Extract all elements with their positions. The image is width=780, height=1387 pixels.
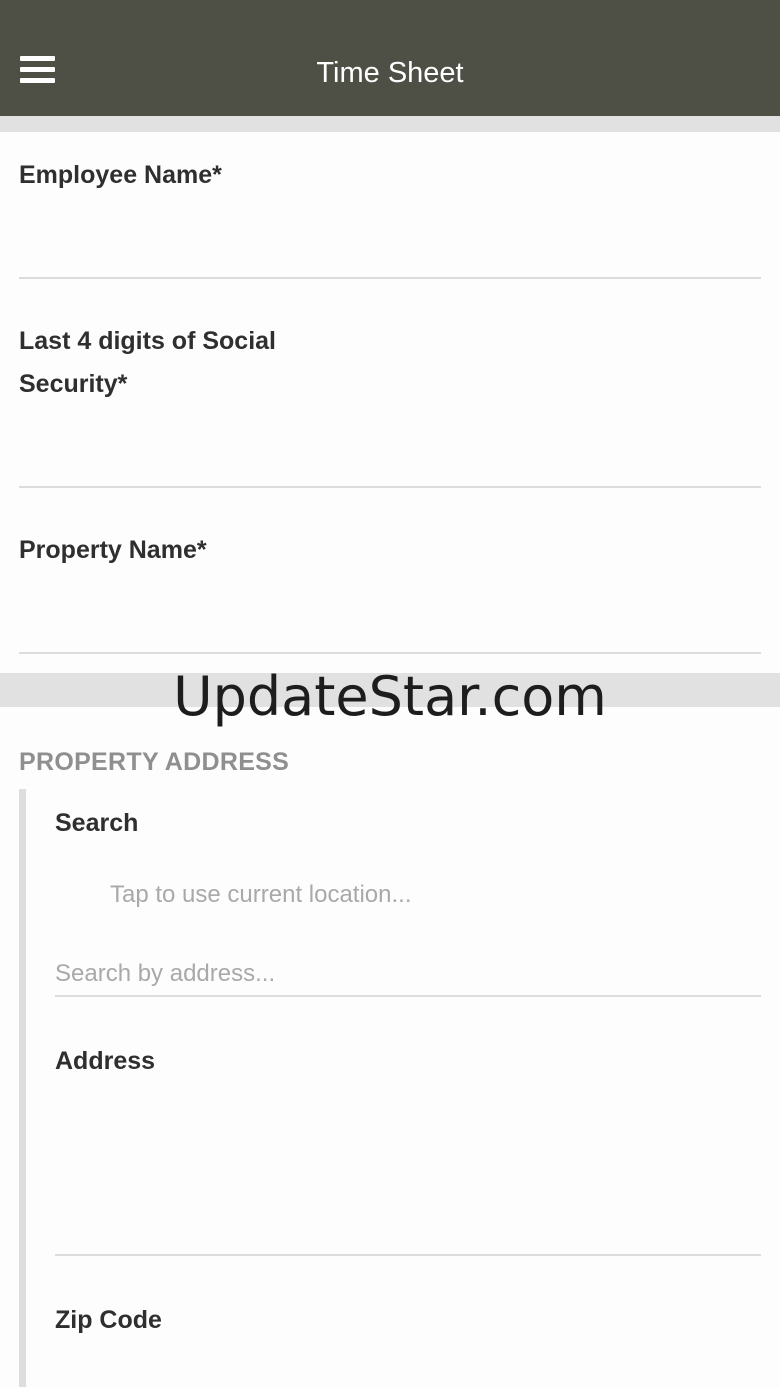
ssn-label-line1: Last 4 digits of Social [19,327,276,355]
search-underline [55,995,761,997]
employee-name-input[interactable] [19,215,761,275]
address-search-input[interactable] [55,954,761,994]
property-address-heading: PROPERTY ADDRESS [19,748,290,776]
address-underline [55,1254,761,1256]
ssn-last4-input[interactable] [19,424,761,484]
property-name-input[interactable] [19,590,761,650]
watermark: UpdateStar.com [173,665,607,728]
app-bar-divider [0,116,780,132]
section-indent-rule [19,789,26,1387]
address-label: Address [55,1047,156,1075]
app-bar: Time Sheet [0,0,780,116]
employee-name-underline [19,277,761,279]
zip-code-label: Zip Code [55,1306,162,1334]
ssn-label-line2: Security* [19,370,128,398]
property-name-label: Property Name* [19,536,207,564]
property-name-underline [19,652,761,654]
search-label: Search [55,809,139,837]
ssn-underline [19,486,761,488]
page-title: Time Sheet [316,57,464,89]
employee-name-label: Employee Name* [19,161,222,189]
use-current-location-link[interactable]: Tap to use current location... [110,877,412,913]
address-input[interactable] [55,1100,761,1250]
